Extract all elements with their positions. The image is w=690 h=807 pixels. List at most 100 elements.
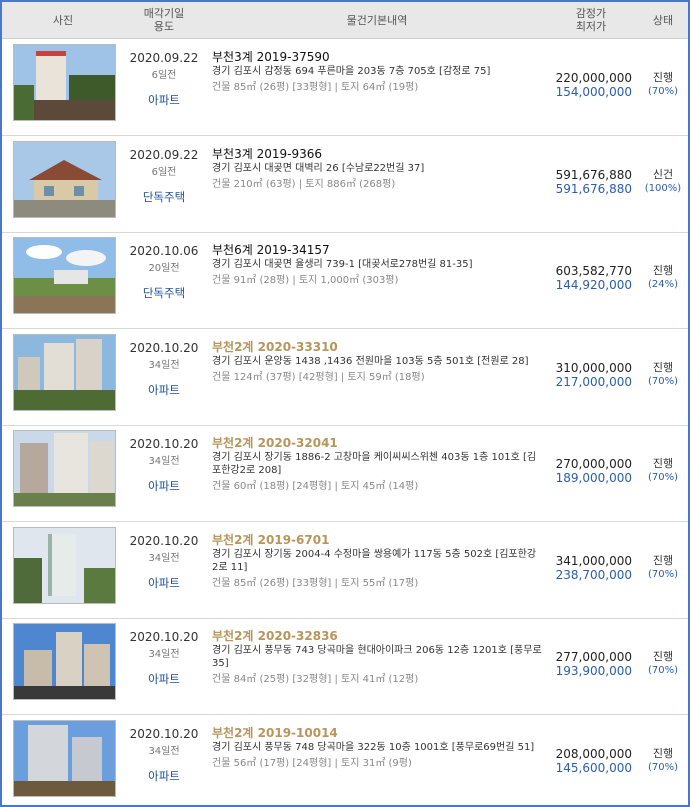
property-address: 경기 김포시 풍무동 748 당곡마을 322동 10층 1001호 [풍무로6… [212,741,535,753]
property-usage-link[interactable]: 아파트 [120,478,208,494]
price-block: 270,000,000 189,000,000 [546,457,632,485]
property-address: 경기 김포시 운양동 1438 ,1436 전원마을 103동 5층 501호 … [212,355,529,367]
case-number-link[interactable]: 부천6계 2019-34157 [212,243,542,257]
header-status: 상태 [636,2,688,38]
property-photo[interactable] [13,44,116,121]
property-photo[interactable] [13,237,116,314]
property-area: 건물 60㎡ (18평) [24평형] | 토지 45㎡ (14평) [212,481,419,492]
header-appraisal-label: 감정가 [575,7,607,20]
property-info: 부천6계 2019-34157 경기 김포시 대곶면 율생리 739-1 [대곶서… [212,243,542,287]
property-photo[interactable] [13,430,116,507]
auction-date: 2020.10.20 [129,630,199,644]
price-block: 208,000,000 145,600,000 [546,747,632,775]
property-usage-link[interactable]: 아파트 [120,92,208,108]
auction-date: 2020.09.22 [129,147,199,162]
status-block: 진행 (70%) [636,650,688,678]
header-photo-label: 사진 [52,13,74,27]
minimum-percent: (70%) [647,665,679,676]
auction-date: 2020.10.20 [129,340,199,355]
case-number-link[interactable]: 부천3계 2019-37590 [212,50,542,64]
case-number-link[interactable]: 부천2계 2020-32836 [212,629,542,643]
status-block: 신건 (100%) [636,168,688,196]
appraisal-price: 208,000,000 [555,746,632,761]
table-header: 사진 매각기일 용도 물건기본내역 감정가 최저가 상태 [2,2,688,39]
property-info: 부천3계 2019-9366 경기 김포시 대곶면 대벽리 26 [수남로22번길… [212,147,542,191]
table-row[interactable]: 2020.10.06 20일전 단독주택 부천6계 2019-34157 경기 김포시 … [2,232,688,329]
table-row[interactable]: 2020.09.22 6일전 아파트 부천3계 2019-37590 경기 김포시 감정… [2,39,688,136]
minimum-percent: (70%) [647,86,679,97]
property-photo[interactable] [13,333,116,411]
table-row[interactable]: 2020.09.22 6일전 단독주택 부천3계 2019-9366 경기 김포시 대곶… [2,136,688,233]
property-info: 부천2계 2020-32836 경기 김포시 풍무동 743 당곡마을 현대아이파… [212,629,542,686]
property-info: 부천2계 2020-32041 경기 김포시 장기동 1886-2 고창마을 케이… [212,436,542,493]
case-number-link[interactable]: 부천2계 2020-33310 [212,340,542,354]
property-address: 경기 김포시 장기동 1886-2 고창마을 케이씨씨스위첸 403동 1층 1… [212,452,537,476]
header-usage-label: 용도 [153,20,175,33]
minimum-price: 154,000,000 [555,85,632,99]
status-block: 진행 (70%) [636,360,688,389]
auction-status: 진행 [652,650,674,663]
price-block: 603,582,770 144,920,000 [546,264,632,292]
property-usage-link[interactable]: 단독주택 [120,189,208,205]
case-number-link[interactable]: 부천2계 2020-32041 [212,436,542,450]
auction-date: 2020.10.20 [129,533,199,548]
header-date-usage: 매각기일 용도 [120,2,208,38]
property-photo[interactable] [13,526,116,604]
minimum-percent: (70%) [647,568,679,580]
price-block: 310,000,000 217,000,000 [546,361,632,389]
header-minimum-label: 최저가 [575,20,607,33]
header-price: 감정가 최저가 [546,2,636,38]
property-usage-link[interactable]: 아파트 [120,382,208,398]
minimum-price: 591,676,880 [555,181,632,196]
table-row[interactable]: 2020.10.20 34일전 아파트 부천2계 2020-32041 경기 김포시 장… [2,425,688,522]
appraisal-price: 270,000,000 [555,457,632,471]
property-usage-link[interactable]: 아파트 [120,768,208,784]
auction-status: 진행 [652,457,674,470]
case-number-link[interactable]: 부천2계 2019-10014 [212,726,542,740]
status-block: 진행 (24%) [636,264,688,292]
auction-status: 진행 [652,264,674,277]
table-row[interactable]: 2020.10.20 34일전 아파트 부천2계 2019-10014 경기 김포시 풍… [2,715,688,806]
minimum-percent: (24%) [647,279,679,290]
property-photo[interactable] [13,623,116,700]
property-usage-link[interactable]: 아파트 [120,671,208,687]
table-row[interactable]: 2020.10.20 34일전아파트 부천2계 2020-33310 경기 김포시 운… [2,329,688,426]
days-remaining: 34일전 [148,745,180,757]
minimum-price: 189,000,000 [555,471,632,485]
minimum-percent: (70%) [647,375,679,387]
header-status-label: 상태 [652,13,674,27]
property-usage-link[interactable]: 아파트 [120,575,208,591]
status-block: 진행 (70%) [636,457,688,485]
property-address: 경기 김포시 풍무동 743 당곡마을 현대아이파크 206동 12층 1201… [212,645,542,669]
property-area: 건물 84㎡ (25평) [32평형] | 토지 41㎡ (12평) [212,674,419,685]
status-block: 진행 (70%) [636,747,688,775]
appraisal-price: 277,000,000 [555,650,632,664]
property-address: 경기 김포시 대곶면 율생리 739-1 [대곶서로278번길 81-35] [212,259,473,270]
case-number-link[interactable]: 부천2계 2019-6701 [212,533,542,547]
auction-list-panel: 사진 매각기일 용도 물건기본내역 감정가 최저가 상태 2020.09.22 6… [0,0,690,807]
appraisal-price: 603,582,770 [555,264,632,278]
appraisal-price: 310,000,000 [555,360,632,375]
property-photo[interactable] [13,719,116,797]
days-remaining: 34일전 [148,359,180,371]
property-area: 건물 56㎡ (17평) [24평형] | 토지 31㎡ (9평) [212,757,412,769]
property-area: 건물 124㎡ (37평) [42평형] | 토지 59㎡ (18평) [212,371,425,383]
property-info: 부천2계 2019-10014 경기 김포시 풍무동 748 당곡마을 322동 … [212,726,542,770]
minimum-price: 193,900,000 [555,664,632,678]
auction-date: 2020.10.20 [129,437,199,451]
auction-status: 진행 [652,360,674,374]
property-area: 건물 85㎡ (26평) [33평형] | 토지 64㎡ (19평) [212,82,419,93]
minimum-price: 145,600,000 [555,760,632,775]
table-row[interactable]: 2020.10.20 34일전 아파트 부천2계 2019-6701 경기 김포시 장기… [2,522,688,619]
table-row[interactable]: 2020.10.20 34일전 아파트 부천2계 2020-32836 경기 김포시 풍… [2,618,688,715]
auction-status: 진행 [652,71,674,84]
minimum-price: 217,000,000 [555,374,632,389]
case-number-link[interactable]: 부천3계 2019-9366 [212,147,542,161]
minimum-percent: (70%) [647,761,679,773]
minimum-price: 144,920,000 [555,278,632,292]
property-photo[interactable] [13,140,116,218]
property-usage-link[interactable]: 단독주택 [120,285,208,301]
days-remaining: 20일전 [148,263,180,274]
minimum-percent: (70%) [647,472,679,483]
price-block: 220,000,000 154,000,000 [546,71,632,99]
